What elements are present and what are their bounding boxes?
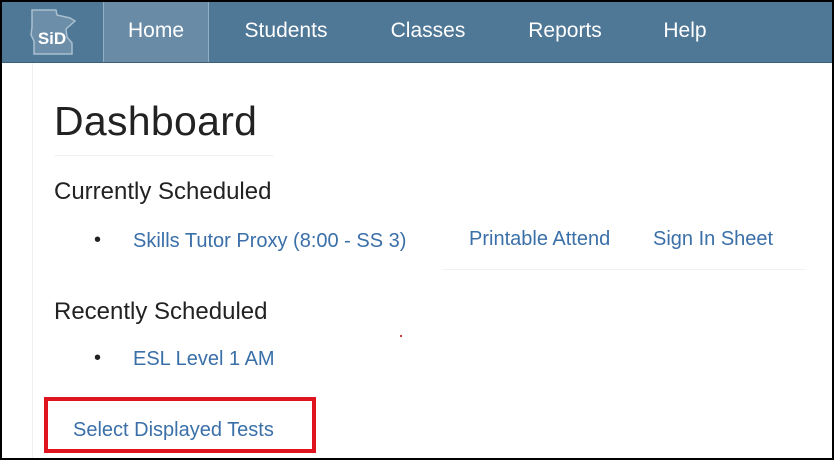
row-divider <box>442 269 806 270</box>
highlight-annotation-box <box>44 397 316 453</box>
nav-students[interactable]: Students <box>222 2 350 62</box>
brand-logo[interactable]: SiD <box>2 2 102 62</box>
class-link-esl-level-1-am[interactable]: ESL Level 1 AM <box>133 348 275 371</box>
printable-attend-link[interactable]: Printable Attend <box>469 228 610 251</box>
list-bullet: • <box>94 229 102 251</box>
class-link-skills-tutor-proxy[interactable]: Skills Tutor Proxy (8:00 - SS 3) <box>133 230 406 253</box>
nav-classes[interactable]: Classes <box>372 2 484 62</box>
nav-reports[interactable]: Reports <box>510 2 620 62</box>
logo-text: SiD <box>38 29 66 48</box>
page-title: Dashboard <box>54 98 258 144</box>
sign-in-sheet-link[interactable]: Sign In Sheet <box>653 228 773 251</box>
recently-scheduled-heading: Recently Scheduled <box>54 298 268 325</box>
sidebar-strip <box>2 63 33 458</box>
currently-scheduled-heading: Currently Scheduled <box>54 178 272 205</box>
minnesota-state-logo-icon: SiD <box>30 9 77 55</box>
app-frame: SiD Home Students Classes Reports Help D… <box>0 0 834 460</box>
list-bullet: • <box>94 347 102 369</box>
title-divider <box>54 155 274 156</box>
nav-home[interactable]: Home <box>103 2 209 62</box>
top-navbar: SiD Home Students Classes Reports Help <box>2 2 832 63</box>
nav-help[interactable]: Help <box>646 2 724 62</box>
artifact-dot <box>400 335 402 337</box>
